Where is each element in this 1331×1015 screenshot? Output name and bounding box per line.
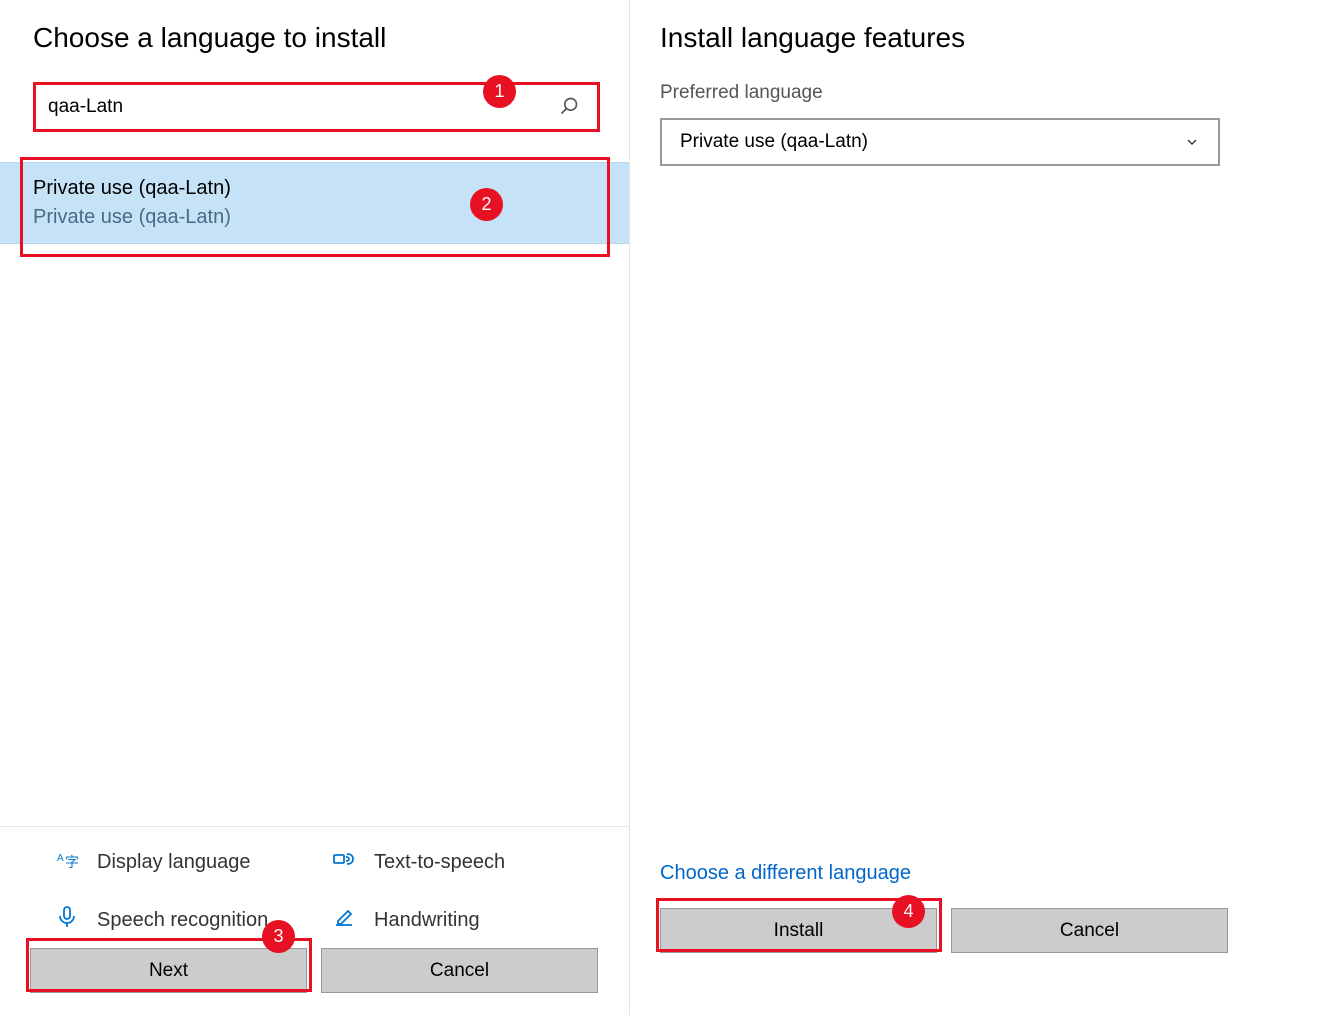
feature-label: Speech recognition [97, 909, 268, 932]
next-button[interactable]: Next [30, 948, 307, 993]
feature-legend: A 字 Display language Text-to-speech [0, 826, 629, 935]
page-title: Choose a language to install [33, 22, 629, 54]
preferred-language-dropdown[interactable]: Private use (qaa-Latn) [660, 118, 1220, 166]
chevron-down-icon [1184, 134, 1200, 150]
search-result-item[interactable]: Private use (qaa-Latn) Private use (qaa-… [0, 162, 629, 244]
choose-different-language-link[interactable]: Choose a different language [660, 862, 911, 885]
text-to-speech-icon [332, 847, 356, 877]
handwriting-icon [332, 905, 356, 935]
page-title: Install language features [660, 22, 1331, 54]
search-results: Private use (qaa-Latn) Private use (qaa-… [0, 162, 629, 244]
preferred-language-label: Preferred language [660, 82, 1331, 104]
callout-1: 1 [483, 75, 516, 108]
result-primary-text: Private use (qaa-Latn) [33, 177, 629, 200]
feature-label: Handwriting [374, 909, 480, 932]
feature-label: Display language [97, 851, 250, 874]
button-row: Install Cancel [660, 908, 1228, 953]
dropdown-value: Private use (qaa-Latn) [680, 131, 868, 153]
callout-2: 2 [470, 188, 503, 221]
cancel-button[interactable]: Cancel [321, 948, 598, 993]
choose-language-pane: Choose a language to install 1 Private u… [0, 0, 630, 1015]
callout-3: 3 [262, 920, 295, 953]
feature-handwriting: Handwriting [332, 905, 599, 935]
button-row: Next Cancel [30, 948, 598, 993]
cancel-button[interactable]: Cancel [951, 908, 1228, 953]
result-secondary-text: Private use (qaa-Latn) [33, 206, 629, 229]
feature-text-to-speech: Text-to-speech [332, 847, 599, 877]
callout-4: 4 [892, 895, 925, 928]
svg-text:字: 字 [65, 854, 79, 870]
feature-display-language: A 字 Display language [55, 847, 322, 877]
svg-text:A: A [57, 853, 64, 864]
display-language-icon: A 字 [55, 847, 79, 877]
speech-recognition-icon [55, 905, 79, 935]
install-features-pane: Install language features Preferred lang… [630, 0, 1331, 1015]
feature-label: Text-to-speech [374, 851, 505, 874]
search-icon[interactable] [559, 96, 579, 116]
